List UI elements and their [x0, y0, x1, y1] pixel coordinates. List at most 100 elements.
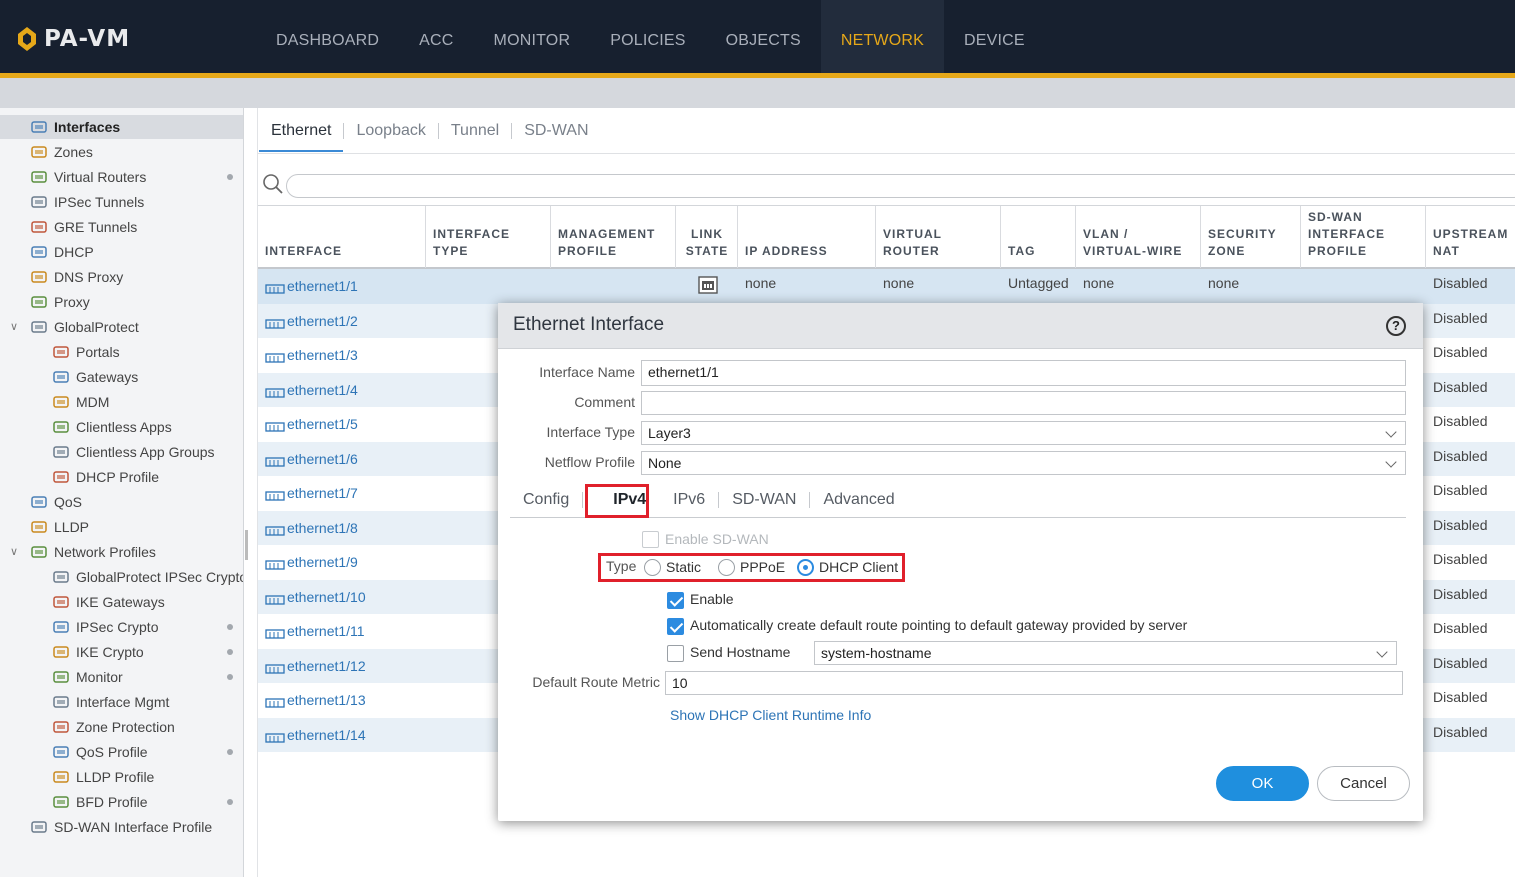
sidebar-item-gre-tunnels[interactable]: GRE Tunnels: [0, 215, 243, 239]
interface-link[interactable]: ethernet1/11: [265, 623, 365, 639]
enable-sdwan-checkbox[interactable]: [642, 531, 659, 548]
interface-link[interactable]: ethernet1/9: [265, 554, 358, 570]
type-radio-dhcp-client[interactable]: [797, 559, 814, 576]
interface-link[interactable]: ethernet1/10: [265, 589, 366, 605]
nav-objects[interactable]: OBJECTS: [706, 0, 821, 73]
sidebar-item-interfaces[interactable]: Interfaces: [0, 115, 243, 139]
type-radio-static[interactable]: [644, 559, 661, 576]
sidebar-item-ipsec-tunnels[interactable]: IPSec Tunnels: [0, 190, 243, 214]
sidebar-item-label: GlobalProtect IPSec Crypto: [76, 569, 244, 585]
sidebar-item-virtual-routers[interactable]: Virtual Routers: [0, 165, 243, 189]
interface-link[interactable]: ethernet1/4: [265, 382, 358, 398]
column-header-security-zone[interactable]: SECURITY ZONE: [1201, 206, 1301, 268]
sidebar-item-bfd-profile[interactable]: BFD Profile: [0, 790, 243, 814]
sidebar-item-clientless-apps[interactable]: Clientless Apps: [0, 415, 243, 439]
netflow-profile-select[interactable]: None: [641, 451, 1406, 475]
interface-link[interactable]: ethernet1/2: [265, 313, 358, 329]
column-header-interface-type[interactable]: INTERFACE TYPE: [426, 206, 551, 268]
tab-tunnel[interactable]: Tunnel: [439, 122, 511, 140]
sidebar-item-ipsec-crypto[interactable]: IPSec Crypto: [0, 615, 243, 639]
send-hostname-checkbox[interactable]: [667, 645, 684, 662]
comment-label: Comment: [574, 394, 635, 410]
auto-default-route-checkbox[interactable]: [667, 618, 684, 635]
column-header-vlan-virtual-wire[interactable]: VLAN / VIRTUAL-WIRE: [1076, 206, 1201, 268]
sidebar-item-zone-protection[interactable]: Zone Protection: [0, 715, 243, 739]
column-header-virtual-router[interactable]: VIRTUAL ROUTER: [876, 206, 1001, 268]
sidebar-item-dhcp[interactable]: DHCP: [0, 240, 243, 264]
sidebar-item-proxy[interactable]: Proxy: [0, 290, 243, 314]
chevron-down-icon[interactable]: ∨: [10, 320, 20, 333]
sidebar-item-globalprotect[interactable]: ∨ GlobalProtect: [0, 315, 243, 339]
dialog-tab-sd-wan[interactable]: SD-WAN: [719, 491, 809, 509]
sidebar-item-portals[interactable]: Portals: [0, 340, 243, 364]
chevron-down-icon[interactable]: ∨: [10, 545, 20, 558]
help-icon[interactable]: ?: [1386, 316, 1406, 336]
column-header-tag[interactable]: TAG: [1001, 206, 1076, 268]
sidebar-item-zones[interactable]: Zones: [0, 140, 243, 164]
dhcp-runtime-info-link[interactable]: Show DHCP Client Runtime Info: [670, 707, 871, 723]
sidebar-item-label: Network Profiles: [54, 544, 156, 560]
column-header-ip-address[interactable]: IP ADDRESS: [738, 206, 876, 268]
tab-ethernet[interactable]: Ethernet: [259, 122, 344, 152]
column-header-management-profile[interactable]: MANAGEMENT PROFILE: [551, 206, 676, 268]
column-header-sd-wan-interface-profile[interactable]: SD-WAN INTERFACE PROFILE: [1301, 206, 1426, 268]
nav-monitor[interactable]: MONITOR: [474, 0, 591, 73]
comment-field[interactable]: [641, 391, 1406, 415]
interface-link[interactable]: ethernet1/3: [265, 347, 358, 363]
sidebar-item-gateways[interactable]: Gateways: [0, 365, 243, 389]
interface-link[interactable]: ethernet1/8: [265, 520, 358, 536]
default-route-metric-field[interactable]: 10: [665, 671, 1403, 695]
search-input[interactable]: [286, 174, 1515, 198]
sidebar-item-dns-proxy[interactable]: DNS Proxy: [0, 265, 243, 289]
ipv4-tab-highlight: [585, 484, 649, 518]
sidebar-item-clientless-app-groups[interactable]: Clientless App Groups: [0, 440, 243, 464]
search-row: [258, 170, 1515, 202]
nav-policies[interactable]: POLICIES: [590, 0, 705, 73]
nav-acc[interactable]: ACC: [399, 0, 473, 73]
interface-mgmt-icon: [52, 694, 70, 710]
interface-type-select[interactable]: Layer3: [641, 421, 1406, 445]
type-radio-pppoe[interactable]: [718, 559, 735, 576]
interface-link[interactable]: ethernet1/13: [265, 692, 366, 708]
sidebar-item-qos[interactable]: QoS: [0, 490, 243, 514]
sidebar-item-interface-mgmt[interactable]: Interface Mgmt: [0, 690, 243, 714]
tab-sd-wan[interactable]: SD-WAN: [512, 122, 600, 140]
sidebar-item-dhcp-profile[interactable]: DHCP Profile: [0, 465, 243, 489]
sidebar-item-lldp-profile[interactable]: LLDP Profile: [0, 765, 243, 789]
nav-dashboard[interactable]: DASHBOARD: [256, 0, 399, 73]
interface-name: ethernet1/5: [287, 416, 358, 432]
paloalto-logo-icon: [18, 27, 36, 51]
column-header-link-state[interactable]: LINK STATE: [676, 206, 738, 268]
sidebar-item-sd-wan-interface-profile[interactable]: SD-WAN Interface Profile: [0, 815, 243, 839]
enable-checkbox[interactable]: [667, 592, 684, 609]
tab-loopback[interactable]: Loopback: [344, 122, 437, 140]
sidebar-item-globalprotect-ipsec-crypto[interactable]: GlobalProtect IPSec Crypto: [0, 565, 243, 589]
sidebar-item-ike-gateways[interactable]: IKE Gateways: [0, 590, 243, 614]
search-icon[interactable]: [262, 173, 284, 195]
column-header-interface[interactable]: INTERFACE: [258, 206, 426, 268]
sidebar-item-network-profiles[interactable]: ∨ Network Profiles: [0, 540, 243, 564]
interface-link[interactable]: ethernet1/12: [265, 658, 366, 674]
interface-link[interactable]: ethernet1/1: [265, 278, 358, 294]
sidebar-item-lldp[interactable]: LLDP: [0, 515, 243, 539]
ok-button[interactable]: OK: [1216, 766, 1309, 801]
hostname-select[interactable]: system-hostname: [814, 641, 1397, 665]
nav-network[interactable]: NETWORK: [820, 0, 945, 73]
dialog-tab-ipv6[interactable]: IPv6: [660, 491, 718, 509]
interface-link[interactable]: ethernet1/14: [265, 727, 366, 743]
cancel-button[interactable]: Cancel: [1317, 766, 1410, 801]
sidebar-item-qos-profile[interactable]: QoS Profile: [0, 740, 243, 764]
sidebar-resize-handle[interactable]: [245, 530, 248, 560]
sidebar-item-monitor[interactable]: Monitor: [0, 665, 243, 689]
interface-link[interactable]: ethernet1/7: [265, 485, 358, 501]
dialog-tab-advanced[interactable]: Advanced: [810, 491, 907, 509]
interface-link[interactable]: ethernet1/5: [265, 416, 358, 432]
sidebar-item-mdm[interactable]: MDM: [0, 390, 243, 414]
dialog-tab-config[interactable]: Config: [510, 491, 582, 509]
interface-link[interactable]: ethernet1/6: [265, 451, 358, 467]
column-header-upstream-nat[interactable]: UPSTREAM NAT: [1426, 206, 1515, 268]
table-row[interactable]: ethernet1/1 none none Untagged none none Disab…: [258, 269, 1515, 304]
sidebar-item-ike-crypto[interactable]: IKE Crypto: [0, 640, 243, 664]
interface-name-field[interactable]: ethernet1/1: [641, 361, 1406, 386]
nav-device[interactable]: DEVICE: [944, 0, 1045, 73]
